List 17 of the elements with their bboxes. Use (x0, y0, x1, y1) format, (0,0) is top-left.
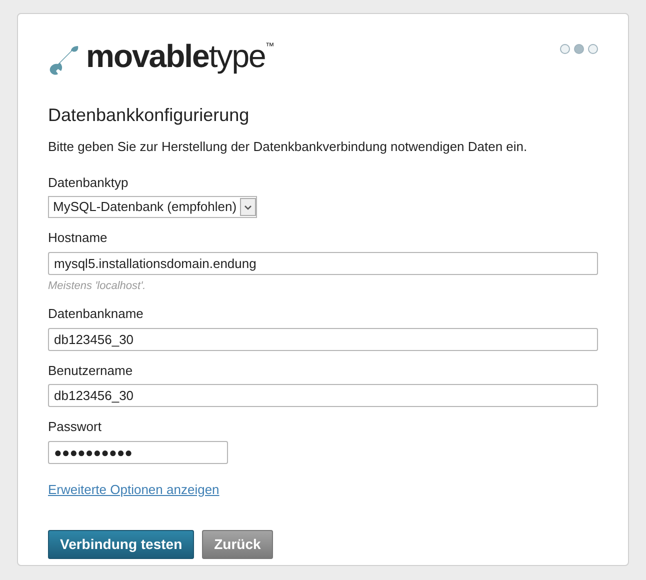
password-field[interactable]: ●●●●●●●●●● (48, 440, 228, 464)
trademark-sign: ™ (265, 42, 274, 51)
intro-text: Bitte geben Sie zur Herstellung der Datenkbankverbindung notwendigen Daten ein. (48, 138, 528, 156)
logo-text: movabletype (86, 40, 266, 72)
field-label: Passwort (48, 418, 102, 436)
field-label: Hostname (48, 229, 108, 247)
hint-text: Meistens 'localhost'. (48, 278, 146, 294)
field-label: Datenbankname (48, 305, 144, 323)
input-field[interactable]: db123456_30 (48, 384, 598, 407)
test-connection-button[interactable]: Verbindung testen (48, 530, 194, 559)
input-field[interactable]: db123456_30 (48, 328, 598, 350)
section-heading: Datenbankkonfigurierung (48, 104, 250, 127)
dropdown-field[interactable]: MySQL-Datenbank (empfohlen) (48, 196, 257, 218)
field-label: Benutzername (48, 362, 133, 380)
field-label: Datenbanktyp (48, 174, 128, 192)
input-field[interactable]: mysql5.installationsdomain.endung (48, 252, 598, 274)
advanced-options-link[interactable]: Erweiterte Optionen anzeigen (48, 482, 220, 496)
